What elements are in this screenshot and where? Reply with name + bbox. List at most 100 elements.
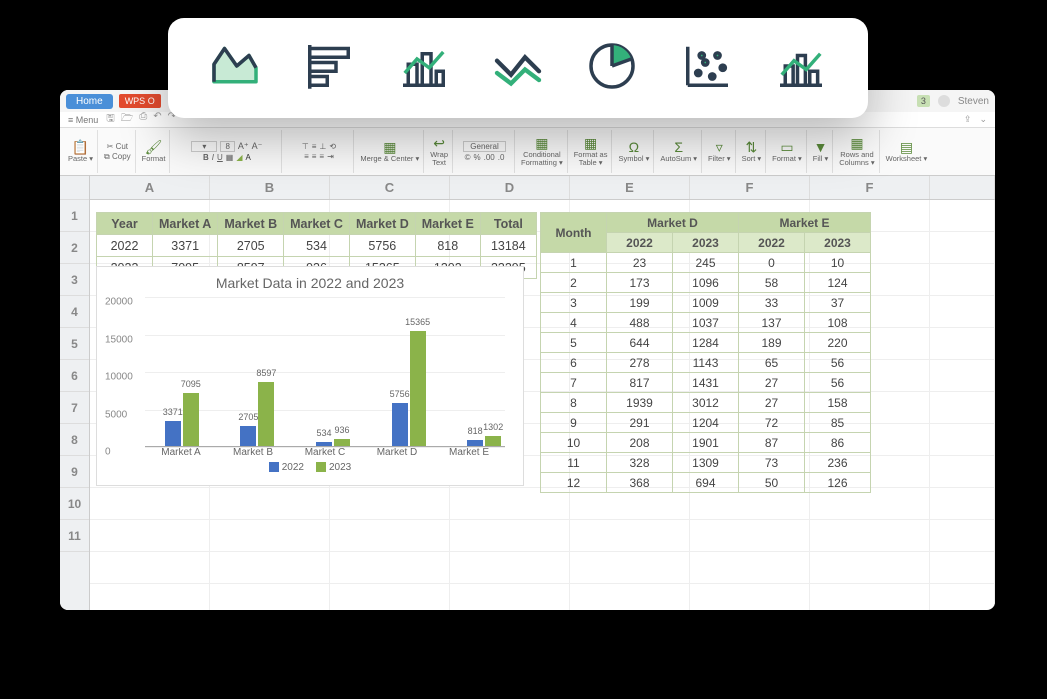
row-header[interactable]: 10 xyxy=(60,488,89,520)
comma-icon[interactable]: .00 xyxy=(484,153,495,162)
table-cell[interactable]: 158 xyxy=(805,393,871,413)
column-header[interactable]: B xyxy=(210,176,330,199)
table-cell[interactable]: 27 xyxy=(739,373,805,393)
table-cell[interactable]: 644 xyxy=(607,333,673,353)
align-top-icon[interactable]: ⊤ xyxy=(302,142,309,151)
table-cell[interactable]: 108 xyxy=(805,313,871,333)
column-header[interactable]: A xyxy=(90,176,210,199)
row-header[interactable]: 4 xyxy=(60,296,89,328)
fill-button[interactable]: Fill ▾ xyxy=(813,155,828,163)
fill-icon[interactable]: ▼ xyxy=(814,140,828,154)
app-tab[interactable]: WPS O xyxy=(119,94,161,108)
conditional-formatting-button[interactable]: Conditional Formatting ▾ xyxy=(521,151,563,168)
combo-chart-icon[interactable] xyxy=(773,38,829,99)
table-cell[interactable]: 9 xyxy=(541,413,607,433)
sort-icon[interactable]: ⇅ xyxy=(746,140,758,154)
row-header[interactable]: 2 xyxy=(60,232,89,264)
horizontal-bar-icon[interactable] xyxy=(301,38,357,99)
format-cells-icon[interactable]: ▭ xyxy=(780,140,793,154)
table-cell[interactable]: 85 xyxy=(805,413,871,433)
table-cell[interactable]: 3012 xyxy=(673,393,739,413)
table-cell[interactable]: 173 xyxy=(607,273,673,293)
table-cell[interactable]: 368 xyxy=(607,473,673,493)
table-cell[interactable]: 56 xyxy=(805,353,871,373)
paste-icon[interactable]: 📋 xyxy=(72,140,89,154)
table-cell[interactable]: 73 xyxy=(739,453,805,473)
fill-color-icon[interactable]: ◢ xyxy=(236,153,242,162)
table-cell[interactable]: 328 xyxy=(607,453,673,473)
table-cell[interactable]: 8 xyxy=(541,393,607,413)
column-header[interactable]: F xyxy=(810,176,930,199)
table-cell[interactable]: 278 xyxy=(607,353,673,373)
merge-button[interactable]: Merge & Center ▾ xyxy=(360,155,419,163)
bold-button[interactable]: B xyxy=(203,153,209,162)
table-cell[interactable]: 50 xyxy=(739,473,805,493)
table-cell[interactable]: 220 xyxy=(805,333,871,353)
table-cell[interactable]: 65 xyxy=(739,353,805,373)
italic-button[interactable]: I xyxy=(212,153,214,162)
table-cell[interactable]: 2705 xyxy=(218,235,284,257)
table-cell[interactable]: 3371 xyxy=(153,235,218,257)
cut-button[interactable]: ✂ Cut xyxy=(107,142,128,151)
column-header[interactable]: F xyxy=(690,176,810,199)
worksheet-icon[interactable]: ▤ xyxy=(900,140,913,154)
scatter-chart-icon[interactable] xyxy=(679,38,735,99)
wrap-icon[interactable]: ↩ xyxy=(433,136,445,150)
format-cells-button[interactable]: Format ▾ xyxy=(772,155,802,163)
font-size-select[interactable]: 8 xyxy=(220,141,234,152)
table-cell[interactable]: 1 xyxy=(541,253,607,273)
table-cell[interactable]: 1901 xyxy=(673,433,739,453)
autosum-button[interactable]: AutoSum ▾ xyxy=(660,155,697,163)
embedded-chart[interactable]: Market Data in 2022 and 2023 05000100001… xyxy=(96,266,524,486)
decrease-font-icon[interactable]: A⁻ xyxy=(252,141,263,152)
bar-chart-icon[interactable] xyxy=(396,38,452,99)
home-tab[interactable]: Home xyxy=(66,94,113,109)
table-cell[interactable]: 1939 xyxy=(607,393,673,413)
save-icon[interactable]: 🖫 xyxy=(106,111,115,128)
table-cell[interactable]: 1143 xyxy=(673,353,739,373)
symbol-button[interactable]: Symbol ▾ xyxy=(618,155,649,163)
table-cell[interactable]: 1284 xyxy=(673,333,739,353)
table-cell[interactable]: 694 xyxy=(673,473,739,493)
table-cell[interactable]: 7 xyxy=(541,373,607,393)
increase-font-icon[interactable]: A⁺ xyxy=(238,141,249,152)
notification-badge[interactable]: 3 xyxy=(917,95,930,107)
table-cell[interactable]: 27 xyxy=(739,393,805,413)
table-cell[interactable]: 1096 xyxy=(673,273,739,293)
table-cell[interactable]: 1431 xyxy=(673,373,739,393)
symbol-icon[interactable]: Ω xyxy=(629,140,639,154)
align-center-icon[interactable]: ≡ xyxy=(312,152,317,161)
conditional-formatting-icon[interactable]: ▦ xyxy=(535,136,548,150)
table-cell[interactable]: 58 xyxy=(739,273,805,293)
row-header[interactable]: 3 xyxy=(60,264,89,296)
copy-button[interactable]: ⧉ Copy xyxy=(104,152,131,162)
pie-chart-icon[interactable] xyxy=(584,38,640,99)
table-cell[interactable]: 0 xyxy=(739,253,805,273)
table-cell[interactable]: 13184 xyxy=(480,235,536,257)
align-right-icon[interactable]: ≡ xyxy=(319,152,324,161)
table-cell[interactable]: 1009 xyxy=(673,293,739,313)
table-cell[interactable]: 3 xyxy=(541,293,607,313)
format-as-table-icon[interactable]: ▦ xyxy=(584,136,597,150)
undo-icon[interactable]: ↶ xyxy=(153,111,161,128)
row-header[interactable]: 6 xyxy=(60,360,89,392)
area-chart-icon[interactable] xyxy=(207,38,263,99)
currency-icon[interactable]: © xyxy=(465,153,471,162)
table-cell[interactable]: 208 xyxy=(607,433,673,453)
sort-button[interactable]: Sort ▾ xyxy=(742,155,762,163)
column-header[interactable]: D xyxy=(450,176,570,199)
underline-button[interactable]: U xyxy=(217,153,223,162)
table-cell[interactable]: 1037 xyxy=(673,313,739,333)
format-as-table-button[interactable]: Format as Table ▾ xyxy=(574,151,608,168)
table-cell[interactable]: 1204 xyxy=(673,413,739,433)
open-icon[interactable]: 🗁 xyxy=(121,111,133,128)
row-header[interactable]: 5 xyxy=(60,328,89,360)
rows-columns-button[interactable]: Rows and Columns ▾ xyxy=(839,151,874,168)
table-cell[interactable]: 72 xyxy=(739,413,805,433)
font-select[interactable]: ▾ xyxy=(191,141,217,152)
autosum-icon[interactable]: Σ xyxy=(674,140,683,154)
print-icon[interactable]: ⎙ xyxy=(139,111,147,128)
merge-icon[interactable]: ▦ xyxy=(383,140,396,154)
column-header[interactable]: E xyxy=(570,176,690,199)
table-cell[interactable]: 37 xyxy=(805,293,871,313)
